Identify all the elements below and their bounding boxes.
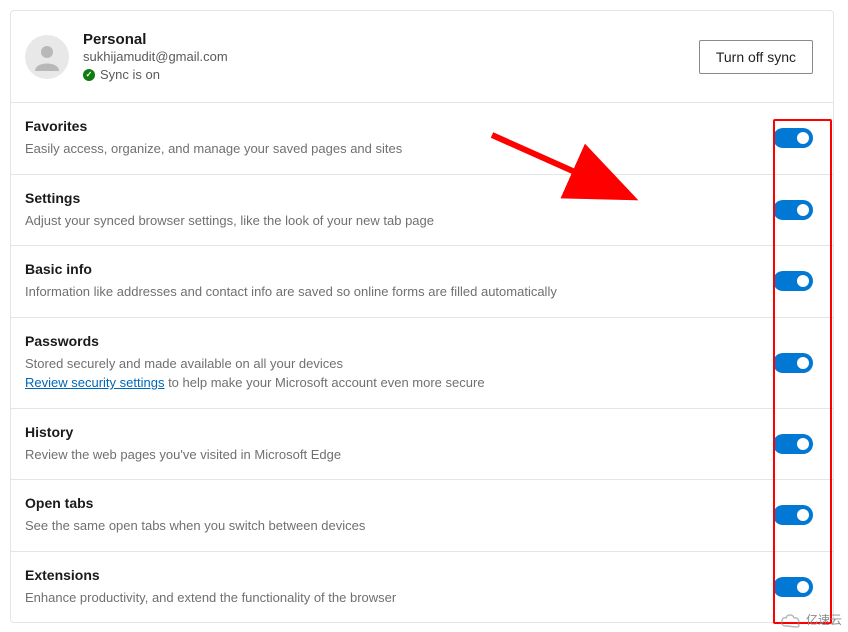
cloud-icon xyxy=(780,612,802,628)
toggle-favorites[interactable] xyxy=(773,128,813,148)
section-desc: Stored securely and made available on al… xyxy=(25,354,761,393)
toggle-basic-info[interactable] xyxy=(773,271,813,291)
toggle-history[interactable] xyxy=(773,434,813,454)
watermark: 亿速云 xyxy=(780,611,842,628)
section-title: Open tabs xyxy=(25,495,761,511)
section-title: Extensions xyxy=(25,567,761,583)
turn-off-sync-button[interactable]: Turn off sync xyxy=(699,40,813,74)
sync-section-settings: Settings Adjust your synced browser sett… xyxy=(11,174,833,246)
person-icon xyxy=(31,41,63,73)
sync-section-favorites: Favorites Easily access, organize, and m… xyxy=(11,102,833,174)
review-security-link[interactable]: Review security settings xyxy=(25,375,164,390)
sync-section-passwords: Passwords Stored securely and made avail… xyxy=(11,317,833,408)
sync-status-row: ✓ Sync is on xyxy=(83,67,685,82)
sync-section-extensions: Extensions Enhance productivity, and ext… xyxy=(11,551,833,623)
sync-section-open-tabs: Open tabs See the same open tabs when yo… xyxy=(11,479,833,551)
profile-info: Personal sukhijamudit@gmail.com ✓ Sync i… xyxy=(83,31,685,82)
profile-name: Personal xyxy=(83,31,685,48)
section-desc: Review the web pages you've visited in M… xyxy=(25,445,761,465)
section-desc: Adjust your synced browser settings, lik… xyxy=(25,211,761,231)
toggle-extensions[interactable] xyxy=(773,577,813,597)
section-title: Basic info xyxy=(25,261,761,277)
toggle-settings[interactable] xyxy=(773,200,813,220)
section-desc: Information like addresses and contact i… xyxy=(25,282,761,302)
avatar xyxy=(25,35,69,79)
sync-status-text: Sync is on xyxy=(100,67,160,82)
section-title: History xyxy=(25,424,761,440)
section-title: Passwords xyxy=(25,333,761,349)
sync-section-history: History Review the web pages you've visi… xyxy=(11,408,833,480)
section-desc: Enhance productivity, and extend the fun… xyxy=(25,588,761,608)
toggle-passwords[interactable] xyxy=(773,353,813,373)
profile-email: sukhijamudit@gmail.com xyxy=(83,49,685,64)
section-desc: See the same open tabs when you switch b… xyxy=(25,516,761,536)
toggle-open-tabs[interactable] xyxy=(773,505,813,525)
profile-header: Personal sukhijamudit@gmail.com ✓ Sync i… xyxy=(11,11,833,102)
sync-section-basic-info: Basic info Information like addresses an… xyxy=(11,245,833,317)
section-title: Settings xyxy=(25,190,761,206)
section-title: Favorites xyxy=(25,118,761,134)
section-desc: Easily access, organize, and manage your… xyxy=(25,139,761,159)
sync-settings-card: Personal sukhijamudit@gmail.com ✓ Sync i… xyxy=(10,10,834,623)
check-icon: ✓ xyxy=(83,69,95,81)
